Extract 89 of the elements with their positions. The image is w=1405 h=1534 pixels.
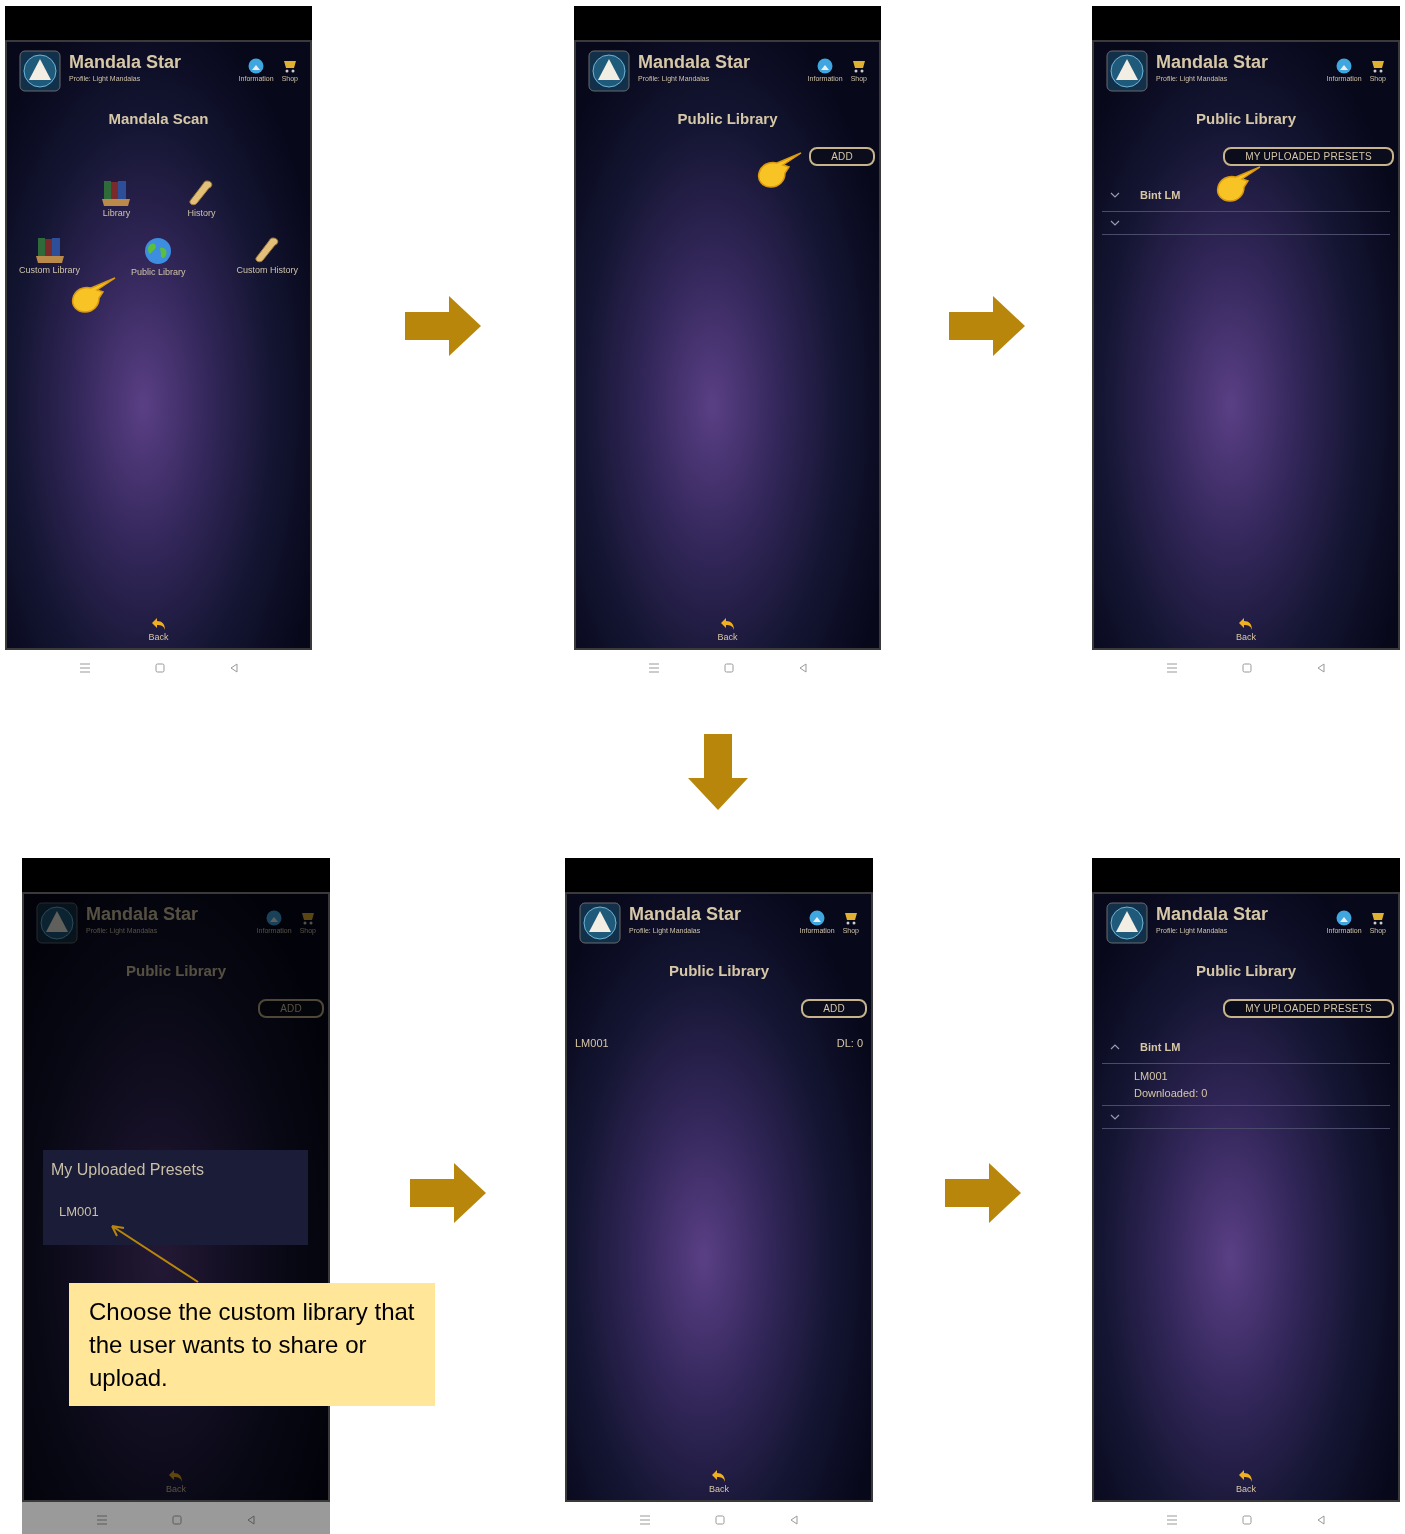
back-button[interactable]: Back (1236, 630, 1256, 644)
app-title: Mandala Star (69, 51, 183, 74)
home-square-icon[interactable] (715, 1515, 725, 1525)
header-action-button[interactable]: ADD (809, 146, 875, 166)
chevron-down-icon[interactable] (1110, 191, 1120, 198)
menu-icon[interactable] (78, 663, 91, 673)
app-logo-icon (579, 902, 621, 944)
cart-icon (299, 910, 316, 926)
globe-icon (817, 58, 834, 74)
page-title: Public Library (1196, 109, 1296, 129)
app-logo-icon (19, 50, 61, 92)
back-button[interactable]: Back (709, 1482, 729, 1496)
preset-item[interactable]: LM001 (51, 1202, 300, 1222)
back-triangle-icon[interactable] (789, 1515, 799, 1525)
menu-label[interactable]: Library (102, 206, 131, 220)
page-title: Mandala Scan (108, 109, 209, 129)
back-arrow-icon (1238, 1468, 1254, 1483)
menu-icon[interactable] (647, 663, 660, 673)
cart-icon (842, 910, 859, 926)
app-title: Mandala Star (629, 903, 743, 926)
app-logo-icon (36, 902, 78, 944)
books-icon (34, 236, 65, 264)
group-label[interactable]: Bint LM (1140, 1038, 1181, 1055)
app-logo-icon (1106, 50, 1148, 92)
menu-icon[interactable] (1166, 1515, 1178, 1525)
preset-name[interactable]: LM001 (575, 1034, 609, 1051)
back-arrow-icon (711, 1468, 727, 1483)
cart-icon (281, 58, 298, 74)
globe-icon (143, 236, 174, 266)
chevron-up-icon[interactable] (1110, 1043, 1120, 1050)
download-count: Downloaded: 0 (1134, 1085, 1209, 1101)
home-square-icon[interactable] (154, 663, 165, 673)
home-square-icon[interactable] (723, 663, 734, 673)
back-triangle-icon[interactable] (246, 1515, 256, 1525)
right-arrow-icon (405, 296, 481, 356)
home-square-icon[interactable] (172, 1515, 182, 1525)
home-square-icon[interactable] (1242, 1515, 1252, 1525)
page-title: Public Library (1196, 961, 1296, 981)
page-title: Public Library (126, 961, 226, 981)
menu-label[interactable]: History (187, 206, 216, 220)
right-arrow-icon (948, 296, 1025, 356)
right-arrow-icon (409, 1163, 486, 1223)
back-triangle-icon[interactable] (1316, 1515, 1326, 1525)
back-arrow-icon (150, 616, 167, 631)
app-title: Mandala Star (1156, 51, 1270, 74)
instruction-callout: Choose the custom library that the user wants to share or upload. (69, 1283, 435, 1406)
back-button[interactable]: Back (148, 630, 169, 644)
menu-icon[interactable] (1166, 663, 1178, 673)
back-triangle-icon[interactable] (1316, 663, 1326, 673)
home-square-icon[interactable] (1242, 663, 1252, 673)
group-label[interactable]: Bint LM (1140, 186, 1181, 203)
dialog-title: My Uploaded Presets (51, 1160, 205, 1180)
chevron-down-icon[interactable] (1110, 1114, 1120, 1120)
download-count: DL: 0 (836, 1035, 863, 1051)
menu-label[interactable]: Public Library (131, 266, 186, 280)
menu-label[interactable]: Custom History (236, 264, 298, 278)
cart-icon (1369, 910, 1386, 926)
globe-icon (1336, 58, 1353, 74)
header-action-button[interactable]: MY UPLOADED PRESETS (1223, 998, 1394, 1018)
globe-icon (1336, 910, 1353, 926)
app-title: Mandala Star (86, 903, 200, 926)
app-title: Mandala Star (638, 51, 752, 74)
header-action-button[interactable]: ADD (801, 998, 867, 1018)
globe-icon (266, 910, 283, 926)
down-arrow-icon (688, 734, 748, 810)
back-arrow-icon (168, 1468, 184, 1483)
app-logo-icon (588, 50, 630, 92)
back-button[interactable]: Back (1236, 1482, 1256, 1496)
cart-icon (850, 58, 867, 74)
back-triangle-icon[interactable] (228, 663, 239, 673)
menu-label[interactable]: Custom Library (19, 264, 81, 278)
page-title: Public Library (669, 961, 769, 981)
header-action-button[interactable]: MY UPLOADED PRESETS (1223, 146, 1394, 166)
preset-name[interactable]: LM001 (1134, 1068, 1390, 1085)
back-button[interactable]: Back (717, 630, 738, 644)
globe-icon (248, 58, 265, 74)
back-triangle-icon[interactable] (797, 663, 808, 673)
page-title: Public Library (677, 109, 778, 129)
app-title: Mandala Star (1156, 903, 1270, 926)
menu-icon[interactable] (96, 1515, 108, 1525)
back-arrow-icon (1238, 616, 1254, 631)
books-icon (101, 178, 132, 207)
cart-icon (1369, 58, 1386, 74)
globe-icon (809, 910, 826, 926)
back-arrow-icon (719, 616, 736, 631)
menu-icon[interactable] (639, 1515, 651, 1525)
app-logo-icon (1106, 902, 1148, 944)
right-arrow-icon (944, 1163, 1021, 1223)
chevron-down-icon[interactable] (1110, 220, 1120, 226)
